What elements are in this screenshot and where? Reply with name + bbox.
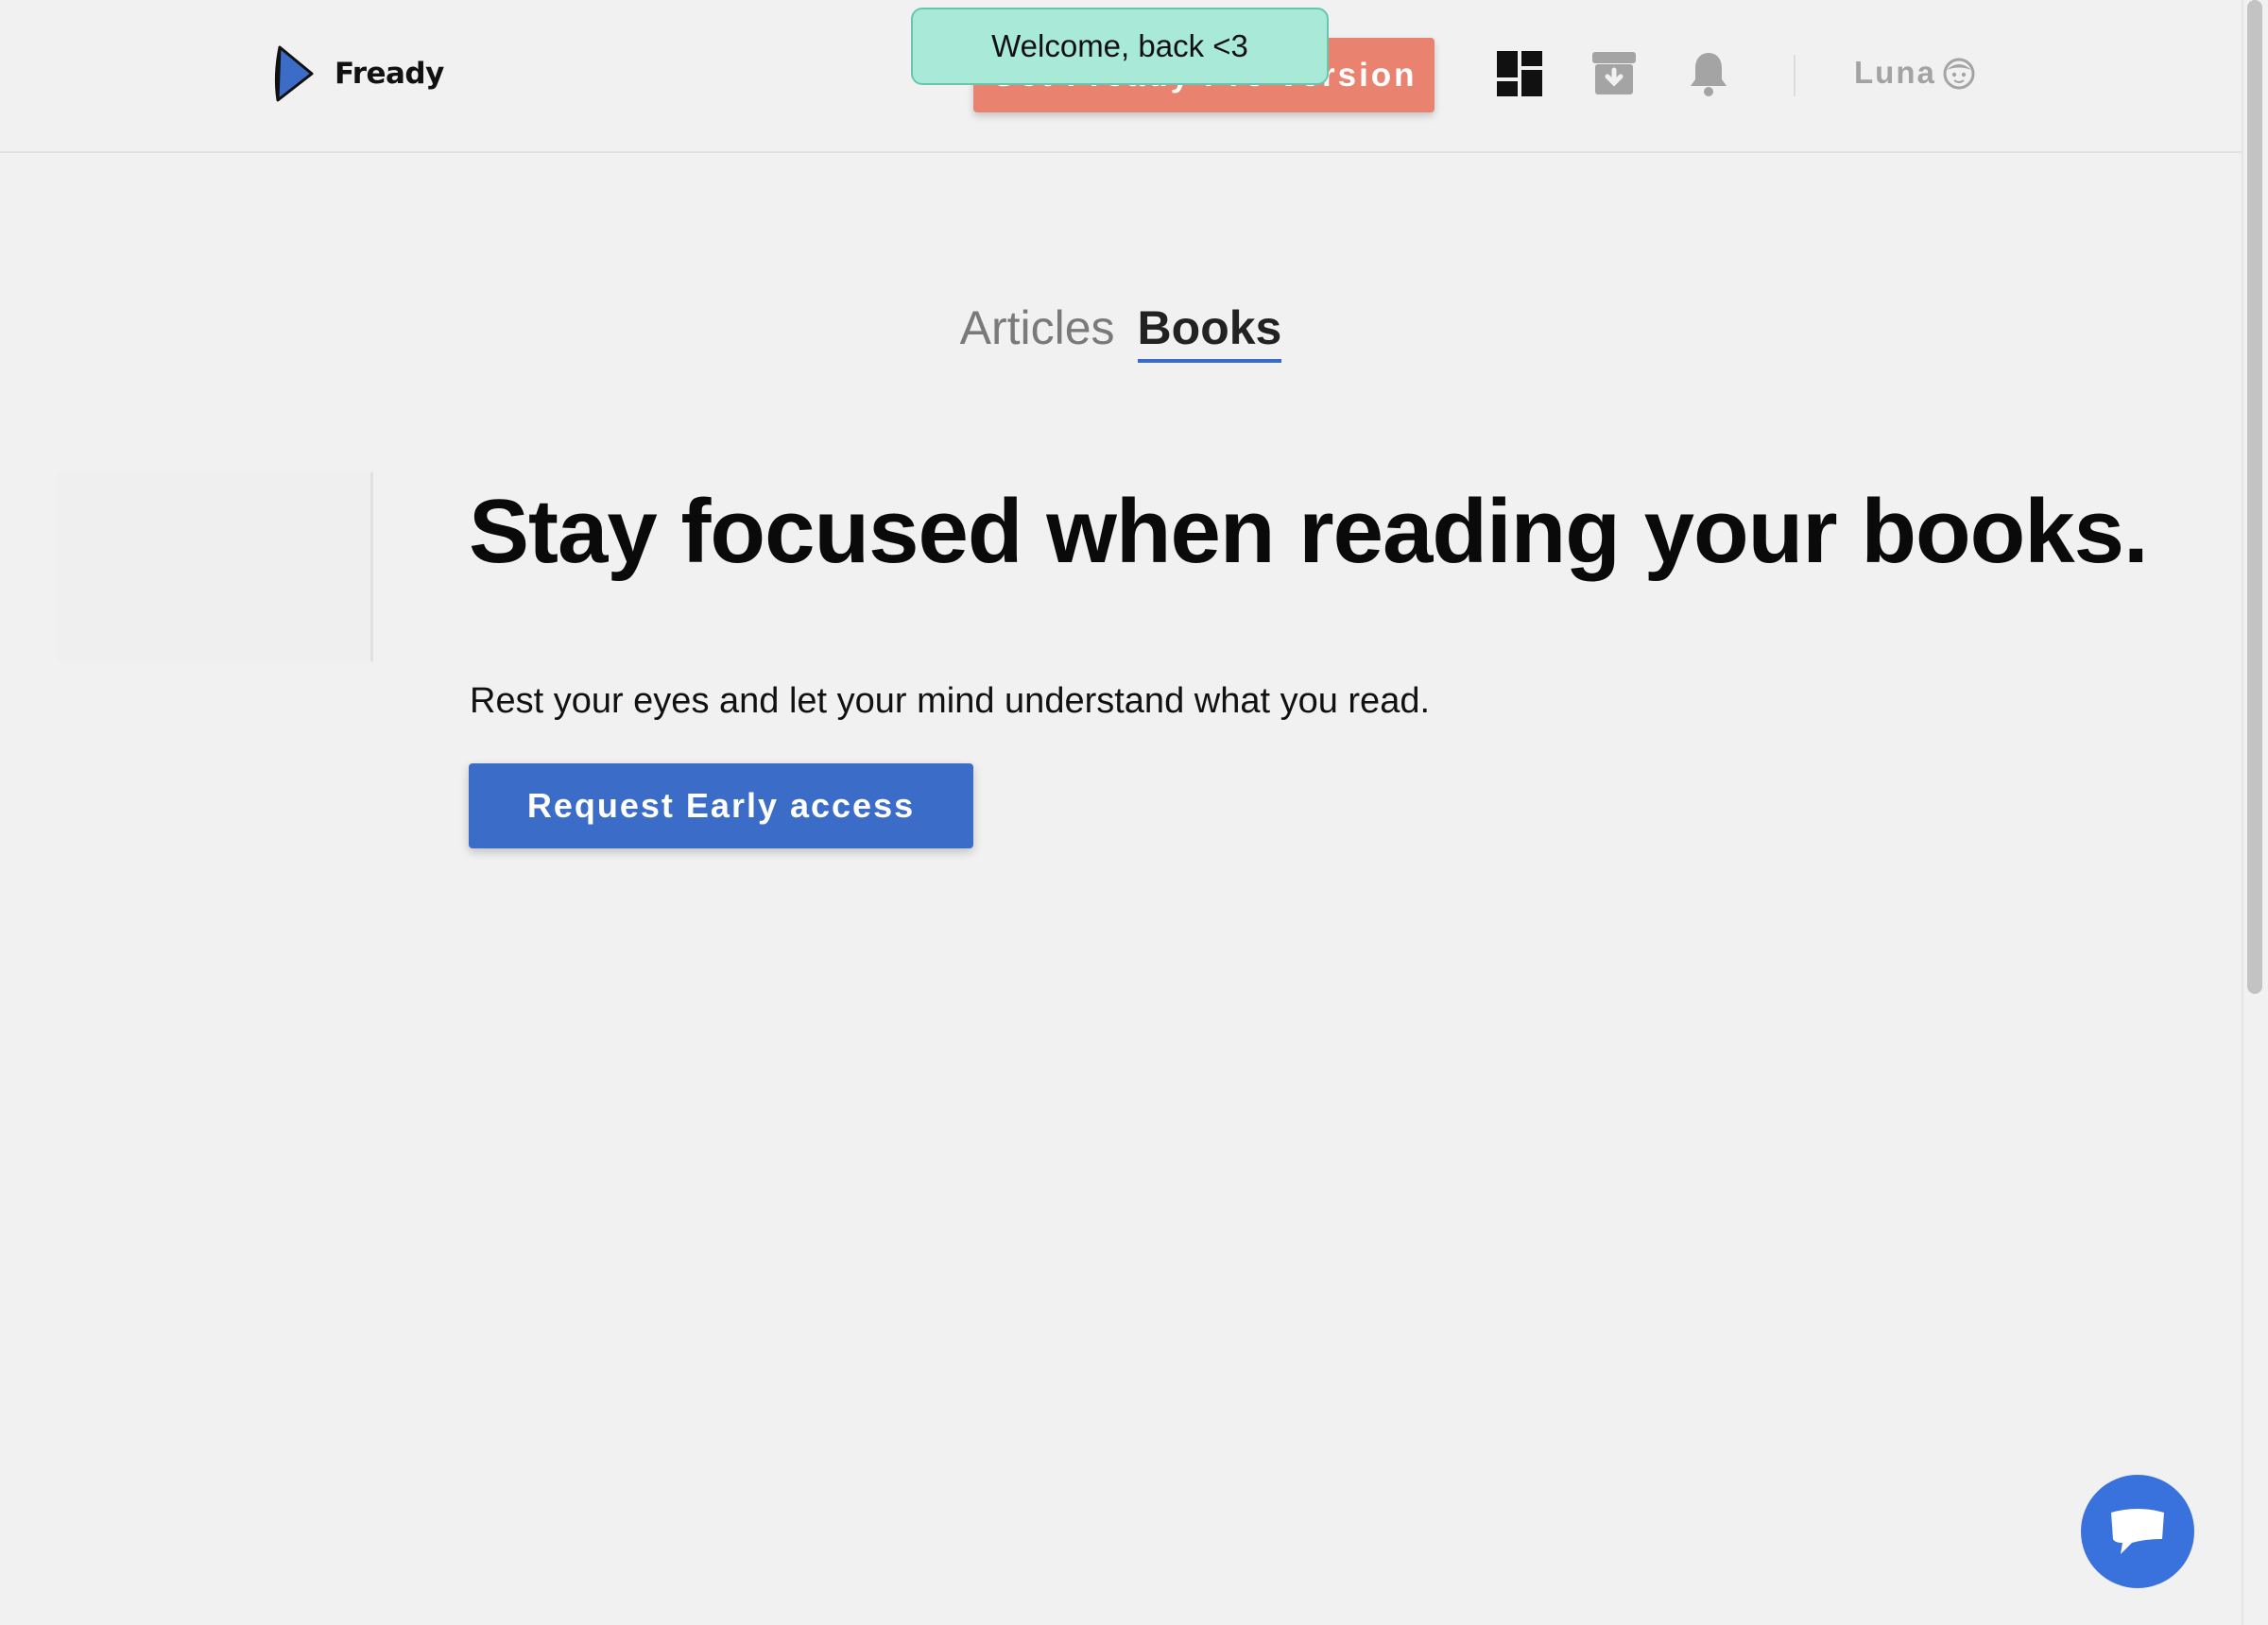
dashboard-icon[interactable] [1495,49,1544,98]
page-subtitle: Rest your eyes and let your mind underst… [470,681,1431,721]
tab-books[interactable]: Books [1137,300,1282,363]
side-divider [370,472,373,661]
chat-bubble-icon [2111,1509,2164,1554]
tab-articles[interactable]: Articles [960,300,1115,363]
archive-icon[interactable] [1589,49,1639,98]
logo-icon [274,45,314,102]
scrollbar-thumb[interactable] [2247,0,2262,994]
welcome-toast: Welcome, back <3 [911,8,1329,85]
logo-text: Fready [335,57,444,91]
nav-divider [1794,55,1796,96]
logo[interactable]: Fready [270,43,444,104]
content-tabs: Articles Books [0,300,2242,363]
page-headline: Stay focused when reading your books. [469,481,2149,582]
side-panel [57,472,372,661]
chat-button[interactable] [2081,1475,2194,1588]
avatar-icon[interactable] [1942,57,1976,91]
request-early-access-button[interactable]: Request Early access [469,763,973,848]
user-name[interactable]: Luna [1854,55,1936,91]
bell-icon[interactable] [1684,49,1733,98]
